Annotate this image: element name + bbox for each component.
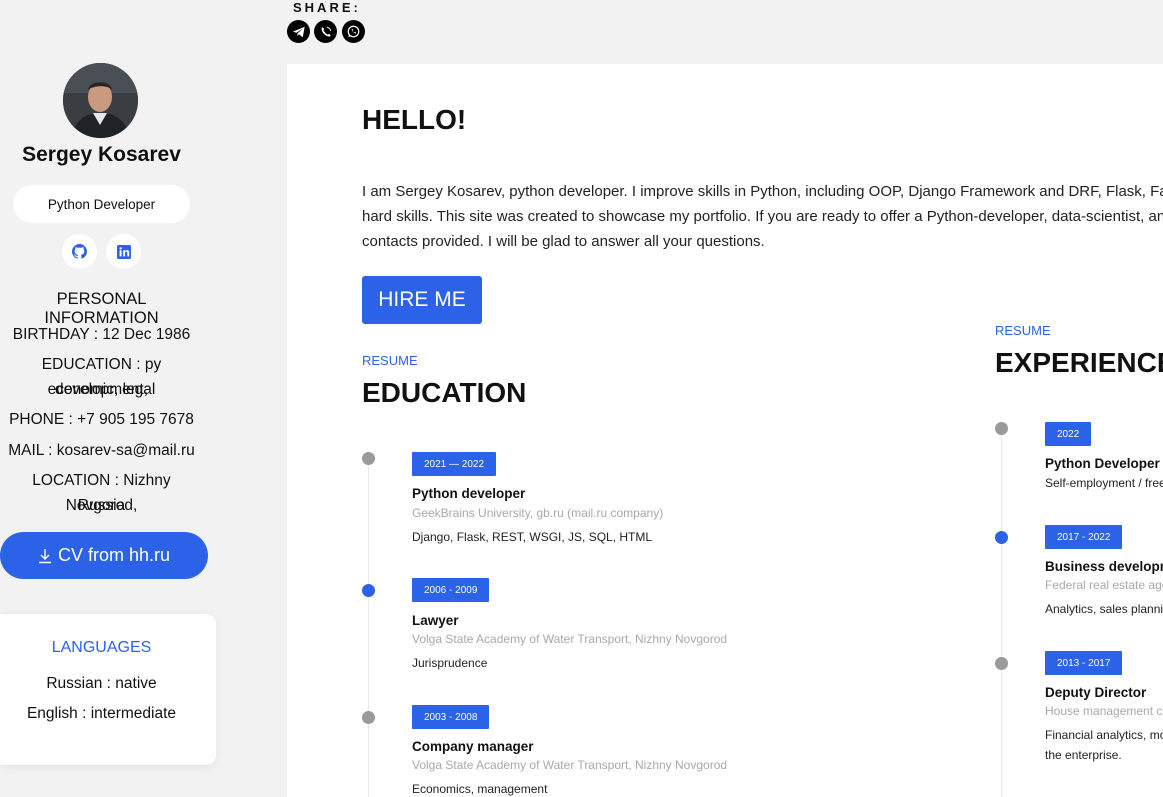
experience-item-desc-cont: the enterprise. <box>1045 748 1122 762</box>
timeline-dot <box>995 422 1008 435</box>
intro-text: I am Sergey Kosarev, python developer. I… <box>362 179 1163 254</box>
intro-line: I am Sergey Kosarev, python developer. I… <box>362 183 1163 200</box>
languages-card: LANGUAGES Russian : native English : int… <box>0 614 216 765</box>
linkedin-link[interactable] <box>106 234 141 269</box>
share-telegram-button[interactable] <box>287 20 310 43</box>
education-text-cont: economic, legal <box>47 381 156 398</box>
experience-title: EXPERIENCE <box>995 347 1163 378</box>
year-badge: 2003 - 2008 <box>412 705 490 729</box>
timeline-dot <box>995 657 1008 670</box>
experience-item-title: Deputy Director <box>1045 685 1147 700</box>
experience-item-title: Python Developer <box>1045 456 1160 471</box>
timeline-dot <box>362 711 375 724</box>
language-item: Russian : native <box>46 675 157 692</box>
year-badge: 2006 - 2009 <box>412 578 490 602</box>
viber-icon <box>320 26 331 37</box>
github-link[interactable] <box>62 234 97 269</box>
education-item-desc: Economics, management <box>412 782 548 796</box>
languages-title: LANGUAGES <box>51 639 152 656</box>
experience-kicker: RESUME <box>995 323 1051 338</box>
intro-line: contacts provided. I will be glad to ans… <box>362 233 765 250</box>
hire-me-button[interactable]: HIRE ME <box>362 276 482 324</box>
education-title: EDUCATION <box>362 377 527 408</box>
experience-item-desc: Analytics, sales planning <box>1045 602 1163 616</box>
experience-item-place: Federal real estate age <box>1045 578 1163 592</box>
share-label: SHARE: <box>293 0 361 15</box>
education-kicker: RESUME <box>362 353 418 368</box>
timeline-dot <box>362 452 375 465</box>
sidebar: Sergey Kosarev Python Developer PERSONAL… <box>0 0 287 797</box>
education-item-desc: Django, Flask, REST, WSGI, JS, SQL, HTML <box>412 530 653 544</box>
profile-name: Sergey Kosarev <box>22 143 181 166</box>
timeline-dot <box>362 584 375 597</box>
experience-item-place: Self-employment / free <box>1045 476 1163 490</box>
experience-item-desc: Financial analytics, moc <box>1045 728 1163 742</box>
timeline-dot <box>995 531 1008 544</box>
cv-download-label: CV from hh.ru <box>57 545 171 565</box>
avatar-photo <box>63 63 138 138</box>
education-item-title: Lawyer <box>412 613 459 628</box>
education-item-desc: Jurisprudence <box>412 656 488 670</box>
education-item-place: Volga State Academy of Water Transport, … <box>412 758 728 772</box>
education-item-place: Volga State Academy of Water Transport, … <box>412 632 728 646</box>
experience-item-title: Business developm <box>1045 559 1163 574</box>
year-badge: 2021 — 2022 <box>412 452 497 476</box>
education-timeline-line <box>368 459 369 797</box>
avatar <box>63 63 138 138</box>
telegram-icon <box>292 26 305 37</box>
location-text-cont: Russia <box>77 497 126 514</box>
share-viber-button[interactable] <box>314 20 337 43</box>
experience-timeline-line <box>1001 429 1002 797</box>
year-badge: 2013 - 2017 <box>1045 651 1123 675</box>
whatsapp-icon <box>347 25 360 38</box>
year-badge: 2022 <box>1045 422 1092 446</box>
cv-download-button[interactable]: CV from hh.ru <box>0 532 208 579</box>
year-badge: 2017 - 2022 <box>1045 525 1123 549</box>
mail-text: MAIL : kosarev-sa@mail.ru <box>8 442 195 459</box>
birthday-text: BIRTHDAY : 12 Dec 1986 <box>12 326 191 343</box>
github-icon <box>72 244 87 259</box>
experience-item-place: House management co <box>1045 704 1163 718</box>
hello-heading: HELLO! <box>362 104 467 135</box>
education-item-title: Company manager <box>412 739 534 754</box>
education-item-place: GeekBrains University, gb.ru (mail.ru co… <box>412 506 664 520</box>
linkedin-icon <box>116 244 131 259</box>
education-item-title: Python developer <box>412 486 526 501</box>
role-badge: Python Developer <box>13 185 190 223</box>
share-whatsapp-button[interactable] <box>342 20 365 43</box>
main-content: HELLO! I am Sergey Kosarev, python devel… <box>287 64 1163 797</box>
phone-text: PHONE : +7 905 195 7678 <box>9 411 194 428</box>
download-icon <box>38 548 51 563</box>
language-item: English : intermediate <box>26 705 177 722</box>
intro-line: hard skills. This site was created to sh… <box>362 208 1163 225</box>
